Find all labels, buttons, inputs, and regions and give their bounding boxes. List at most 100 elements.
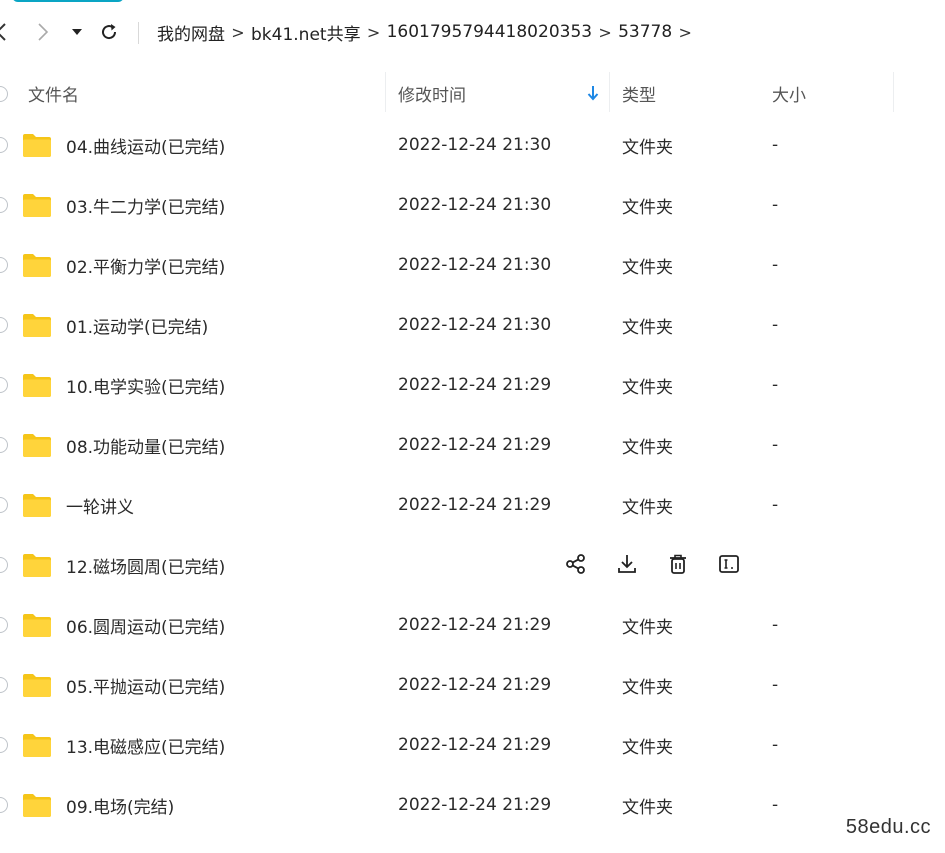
file-modified-time: 2022-12-24 21:29 bbox=[398, 735, 552, 755]
file-modified-time: 2022-12-24 21:29 bbox=[398, 375, 552, 395]
file-modified-time: 2022-12-24 21:29 bbox=[398, 435, 552, 455]
breadcrumb-separator: > bbox=[231, 22, 245, 42]
file-name[interactable]: 08.功能动量(已完结) bbox=[66, 415, 225, 475]
file-row[interactable]: 08.功能动量(已完结) 2022-12-24 21:29 文件夹 - bbox=[0, 415, 945, 475]
file-name[interactable]: 04.曲线运动(已完结) bbox=[66, 115, 225, 175]
file-name[interactable]: 12.磁场圆周(已完结) bbox=[66, 535, 225, 595]
row-checkbox[interactable] bbox=[0, 797, 8, 813]
file-row[interactable]: 13.电磁感应(已完结) 2022-12-24 21:29 文件夹 - bbox=[0, 715, 945, 775]
file-name[interactable]: 01.运动学(已完结) bbox=[66, 295, 208, 355]
file-name[interactable]: 一轮讲义 bbox=[66, 475, 134, 535]
file-type: 文件夹 bbox=[622, 737, 673, 758]
file-size: - bbox=[772, 675, 779, 695]
file-name[interactable]: 02.平衡力学(已完结) bbox=[66, 235, 225, 295]
folder-icon-wrapper bbox=[22, 791, 52, 819]
folder-icon bbox=[23, 314, 51, 337]
row-checkbox[interactable] bbox=[0, 257, 8, 273]
file-type: 文件夹 bbox=[622, 137, 673, 158]
rename-icon bbox=[718, 553, 740, 579]
breadcrumb-item-current[interactable]: 53778 bbox=[616, 22, 674, 42]
delete-button[interactable] bbox=[664, 552, 692, 580]
arrow-down-icon bbox=[587, 86, 599, 101]
row-actions bbox=[562, 552, 766, 580]
file-row[interactable]: 09.电场(完结) 2022-12-24 21:29 文件夹 - bbox=[0, 775, 945, 835]
row-checkbox[interactable] bbox=[0, 557, 8, 573]
breadcrumb-item-id[interactable]: 1601795794418020353 bbox=[385, 22, 595, 42]
folder-icon bbox=[23, 674, 51, 697]
file-row[interactable]: 03.牛二力学(已完结) 2022-12-24 21:30 文件夹 - bbox=[0, 175, 945, 235]
sort-descending-button[interactable] bbox=[587, 66, 599, 120]
folder-icon-wrapper bbox=[22, 611, 52, 639]
row-checkbox[interactable] bbox=[0, 317, 8, 333]
column-divider bbox=[893, 72, 894, 112]
file-size: - bbox=[772, 375, 779, 395]
file-row[interactable]: 02.平衡力学(已完结) 2022-12-24 21:30 文件夹 - bbox=[0, 235, 945, 295]
file-name[interactable]: 03.牛二力学(已完结) bbox=[66, 175, 225, 235]
row-checkbox[interactable] bbox=[0, 377, 8, 393]
breadcrumb-item-root[interactable]: 我的网盘 bbox=[155, 20, 227, 45]
folder-icon-wrapper bbox=[22, 371, 52, 399]
refresh-icon bbox=[102, 24, 117, 40]
folder-icon-wrapper bbox=[22, 251, 52, 279]
download-button[interactable] bbox=[613, 552, 641, 580]
history-dropdown-button[interactable] bbox=[65, 20, 89, 44]
column-divider bbox=[609, 72, 610, 112]
file-size: - bbox=[772, 615, 779, 635]
column-header-modified[interactable]: 修改时间 bbox=[398, 66, 466, 120]
file-modified-time: 2022-12-24 21:29 bbox=[398, 495, 552, 515]
file-row[interactable]: 06.圆周运动(已完结) 2022-12-24 21:29 文件夹 - bbox=[0, 595, 945, 655]
folder-icon bbox=[23, 494, 51, 517]
folder-icon bbox=[23, 374, 51, 397]
folder-icon-wrapper bbox=[22, 191, 52, 219]
file-modified-time: 2022-12-24 21:29 bbox=[398, 675, 552, 695]
file-row[interactable]: 05.平抛运动(已完结) 2022-12-24 21:29 文件夹 - bbox=[0, 655, 945, 715]
file-type: 文件夹 bbox=[622, 797, 673, 818]
file-size: - bbox=[772, 135, 779, 155]
folder-icon-wrapper bbox=[22, 431, 52, 459]
breadcrumb-separator: > bbox=[598, 22, 612, 42]
file-name[interactable]: 09.电场(完结) bbox=[66, 775, 174, 835]
delete-icon bbox=[667, 553, 689, 579]
watermark-text: 58edu.cc bbox=[845, 816, 931, 838]
file-row[interactable]: 01.运动学(已完结) 2022-12-24 21:30 文件夹 - bbox=[0, 295, 945, 355]
folder-icon bbox=[23, 194, 51, 217]
file-modified-time: 2022-12-24 21:30 bbox=[398, 135, 552, 155]
row-checkbox[interactable] bbox=[0, 677, 8, 693]
row-checkbox[interactable] bbox=[0, 617, 8, 633]
file-size: - bbox=[772, 495, 779, 515]
file-size: - bbox=[772, 195, 779, 215]
folder-icon bbox=[23, 134, 51, 157]
row-checkbox[interactable] bbox=[0, 137, 8, 153]
row-checkbox[interactable] bbox=[0, 497, 8, 513]
file-name[interactable]: 05.平抛运动(已完结) bbox=[66, 655, 225, 715]
folder-icon-wrapper bbox=[22, 731, 52, 759]
back-button[interactable] bbox=[0, 20, 14, 44]
column-header-name[interactable]: 文件名 bbox=[28, 66, 79, 120]
breadcrumb-item-share[interactable]: bk41.net共享 bbox=[249, 20, 363, 45]
chevron-left-icon bbox=[0, 23, 6, 41]
file-size: - bbox=[772, 255, 779, 275]
row-checkbox[interactable] bbox=[0, 737, 8, 753]
forward-button[interactable] bbox=[30, 20, 54, 44]
refresh-button[interactable] bbox=[97, 20, 121, 44]
file-row[interactable]: 10.电学实验(已完结) 2022-12-24 21:29 文件夹 - bbox=[0, 355, 945, 415]
file-name[interactable]: 13.电磁感应(已完结) bbox=[66, 715, 225, 775]
rename-button[interactable] bbox=[715, 552, 743, 580]
share-button[interactable] bbox=[562, 552, 590, 580]
file-name[interactable]: 06.圆周运动(已完结) bbox=[66, 595, 225, 655]
file-size: - bbox=[772, 315, 779, 335]
column-header-size[interactable]: 大小 bbox=[772, 66, 806, 120]
file-name[interactable]: 10.电学实验(已完结) bbox=[66, 355, 225, 415]
file-row[interactable]: 04.曲线运动(已完结) 2022-12-24 21:30 文件夹 - bbox=[0, 115, 945, 175]
share-icon bbox=[565, 553, 587, 579]
row-checkbox[interactable] bbox=[0, 197, 8, 213]
select-all-checkbox[interactable] bbox=[0, 86, 8, 102]
file-row[interactable]: 一轮讲义 2022-12-24 21:29 文件夹 - bbox=[0, 475, 945, 535]
column-header-type[interactable]: 类型 bbox=[622, 66, 656, 120]
row-checkbox[interactable] bbox=[0, 437, 8, 453]
navigation-toolbar: 我的网盘 > bk41.net共享 > 1601795794418020353 … bbox=[0, 14, 945, 66]
file-size: - bbox=[772, 435, 779, 455]
file-row[interactable]: 12.磁场圆周(已完结) bbox=[0, 535, 945, 595]
file-type: 文件夹 bbox=[622, 437, 673, 458]
toolbar-divider bbox=[138, 22, 139, 44]
